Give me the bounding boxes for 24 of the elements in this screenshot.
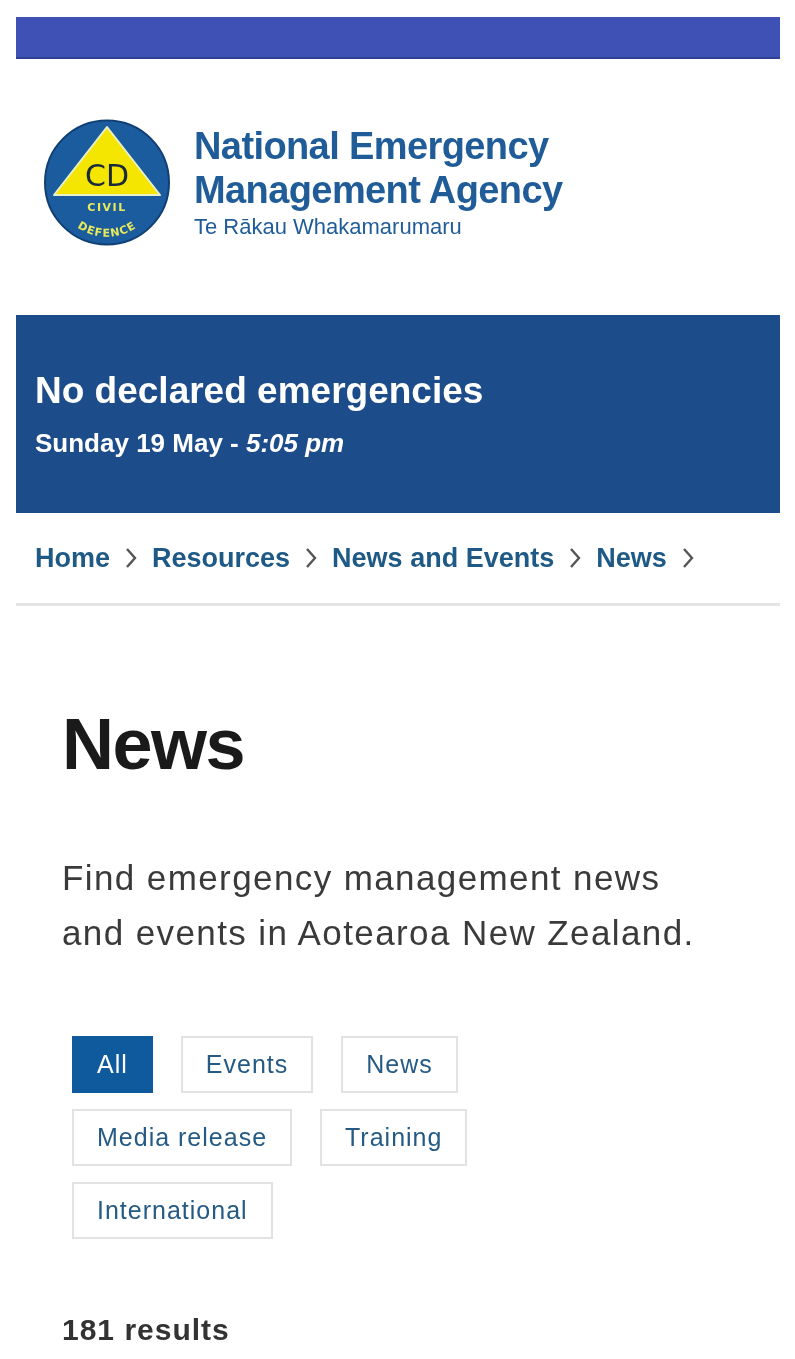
alert-date: Sunday 19 May - 5:05 pm xyxy=(35,427,345,459)
chevron-icon xyxy=(681,547,694,569)
filter-button[interactable]: Events xyxy=(180,1036,314,1093)
breadcrumb-link[interactable]: Resources xyxy=(152,542,291,574)
emblem-label: CIVIL xyxy=(87,200,127,214)
breadcrumb-link[interactable]: News and Events xyxy=(332,542,555,574)
breadcrumb-link[interactable]: News xyxy=(596,542,667,574)
emblem-initials: CD xyxy=(84,157,130,193)
emblem-label: DEFENCE xyxy=(75,218,139,240)
chevron-icon xyxy=(125,547,137,569)
breadcrumb-link[interactable]: Home xyxy=(35,542,110,574)
filter-button[interactable]: Media release xyxy=(72,1109,293,1166)
agency-name: National Emergency Management Agency xyxy=(194,124,564,212)
results-count: 181 results xyxy=(62,1313,231,1347)
filter-button[interactable]: International xyxy=(72,1182,273,1239)
filter-button[interactable]: All xyxy=(72,1036,153,1093)
chevron-icon xyxy=(569,547,582,569)
page-description: Find emergency management news and events in Aotearoa New Zealand. xyxy=(62,857,696,954)
filter-button[interactable]: News xyxy=(341,1036,458,1093)
page-heading: News xyxy=(62,706,246,782)
agency-subtitle: Te Rākau Whakamarumaru xyxy=(194,214,463,240)
chevron-icon xyxy=(305,547,318,569)
filter-button[interactable]: Training xyxy=(320,1109,468,1166)
alert-title: No declared emergencies xyxy=(35,369,484,412)
